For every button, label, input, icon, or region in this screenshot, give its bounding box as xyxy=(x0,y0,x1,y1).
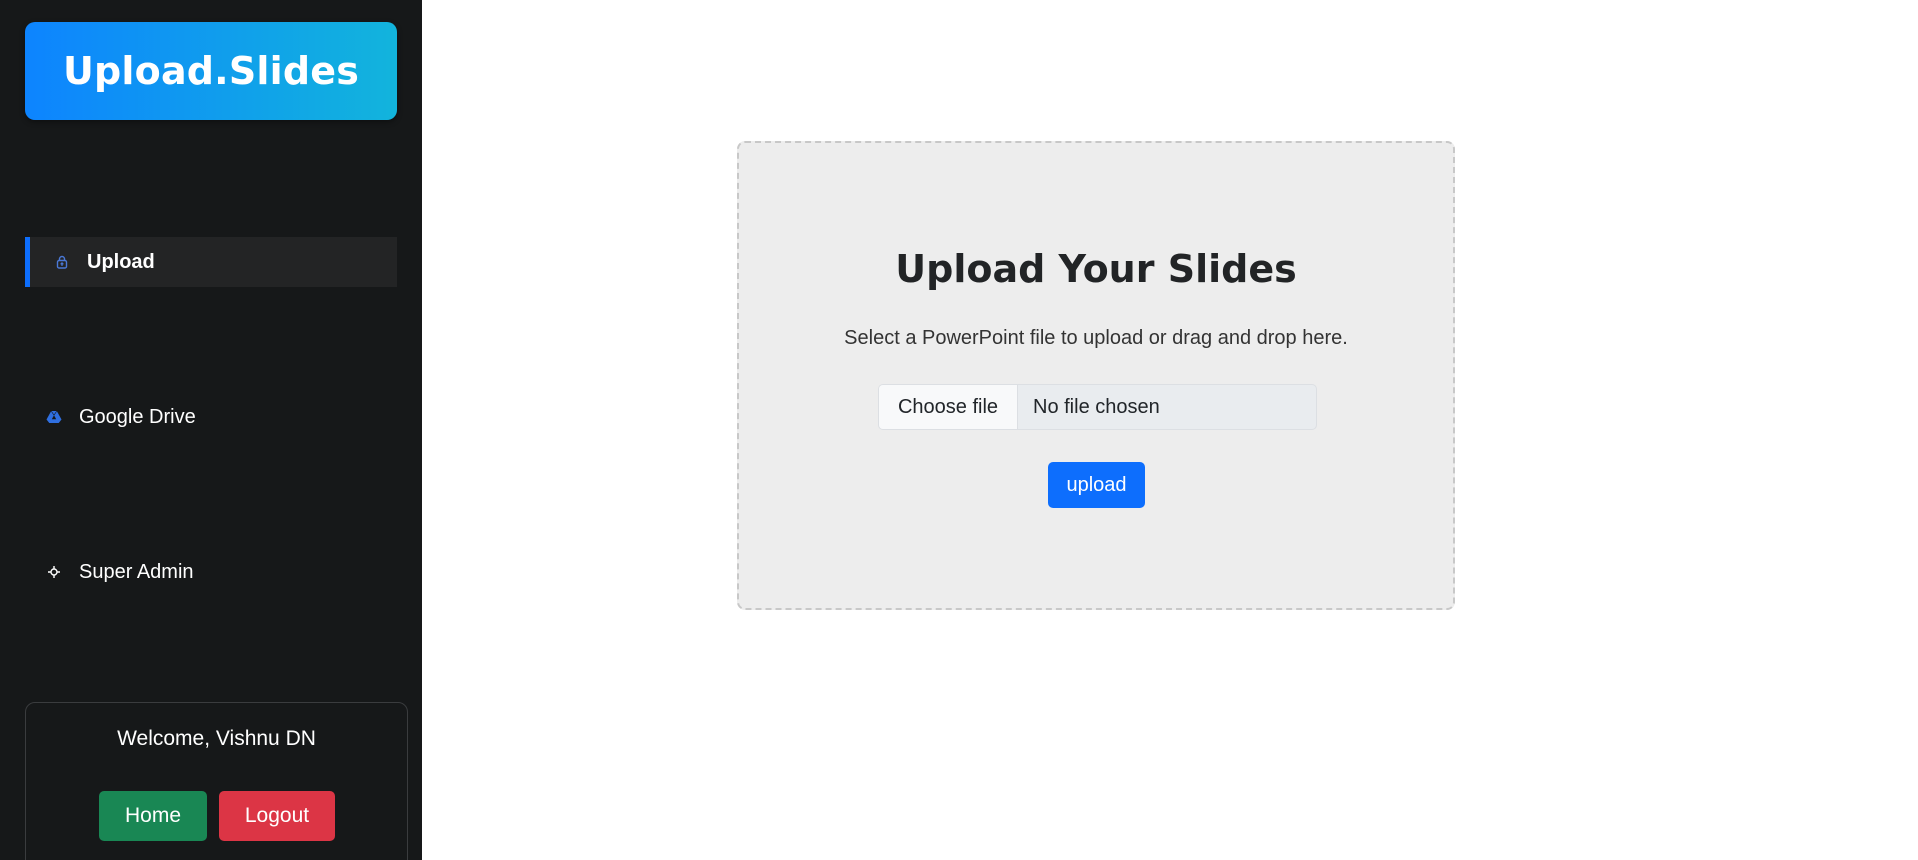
upload-icon xyxy=(53,253,71,271)
home-button[interactable]: Home xyxy=(99,791,207,841)
sidebar-item-google-drive[interactable]: Google Drive xyxy=(25,392,397,442)
sidebar-item-label: Google Drive xyxy=(79,405,196,428)
user-panel: Welcome, Vishnu DN Home Logout xyxy=(25,702,408,860)
sidebar-item-super-admin[interactable]: Super Admin xyxy=(25,547,397,597)
page-title: Upload Your Slides xyxy=(895,247,1297,291)
file-status: No file chosen xyxy=(1033,395,1160,418)
google-drive-icon xyxy=(45,408,63,426)
welcome-text: Welcome, Vishnu DN xyxy=(117,727,316,750)
app: Upload.Slides Upload Google Drive Super … xyxy=(0,0,1918,860)
sidebar-item-label: Upload xyxy=(87,250,155,273)
choose-file-button[interactable]: Choose file xyxy=(879,385,1018,429)
sidebar-item-label: Super Admin xyxy=(79,560,194,583)
upload-instructions: Select a PowerPoint file to upload or dr… xyxy=(844,327,1348,349)
brand-logo[interactable]: Upload.Slides xyxy=(25,22,397,120)
sidebar-item-upload[interactable]: Upload xyxy=(25,237,397,287)
brand-title: Upload.Slides xyxy=(62,49,360,93)
upload-dropzone[interactable]: Upload Your Slides Select a PowerPoint f… xyxy=(737,141,1455,610)
sidebar: Upload.Slides Upload Google Drive Super … xyxy=(0,0,422,860)
upload-button[interactable]: upload xyxy=(1048,462,1145,508)
admin-icon xyxy=(45,563,63,581)
logout-button[interactable]: Logout xyxy=(219,791,335,841)
file-input[interactable]: Choose file No file chosen xyxy=(878,384,1317,430)
